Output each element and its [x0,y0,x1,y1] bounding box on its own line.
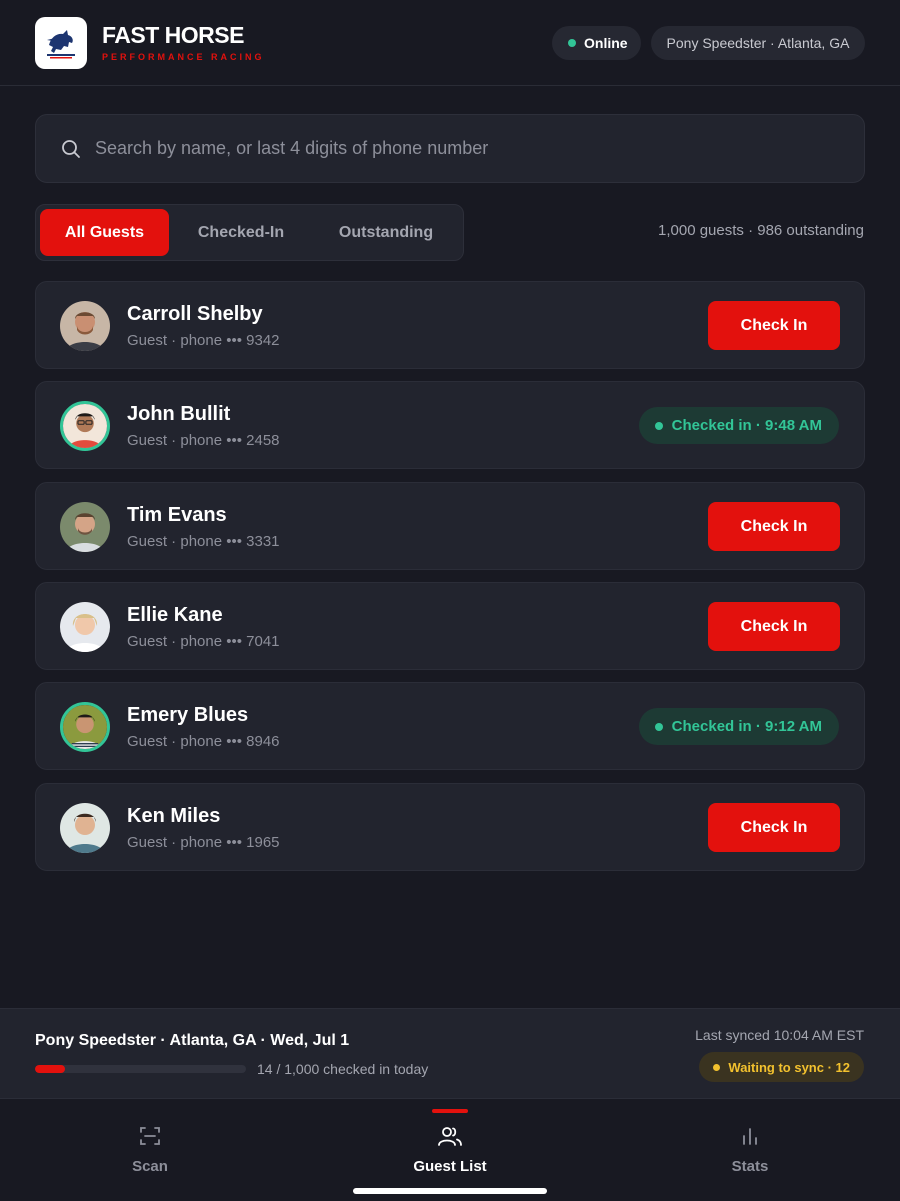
nav-item-scan[interactable]: Scan [0,1099,300,1201]
scan-icon [138,1122,162,1150]
guest-check-in-app: FAST HORSE PERFORMANCE RACING Online Pon… [0,0,900,1201]
check-in-progress-bar [35,1065,246,1073]
online-dot-icon [568,39,576,47]
nav-label-scan: Scan [132,1158,168,1175]
sync-pending-dot-icon [713,1063,721,1071]
checked-in-dot-icon [654,421,663,430]
tab-all-guests[interactable]: All Guests [40,209,169,256]
guest-name: Tim Evans [127,504,227,526]
horse-logo-icon [47,30,75,59]
nav-item-stats[interactable]: Stats [600,1099,900,1201]
guest-row: Carroll Shelby Guest · phone ••• 9342 Ch… [35,281,865,369]
avatar [60,401,110,451]
avatar [60,602,110,652]
check-in-button[interactable]: Check In [708,602,840,651]
bottom-navigation: Scan Guest List Stats [0,1099,900,1201]
guest-row: Ken Miles Guest · phone ••• 1965 Check I… [35,783,865,871]
check-in-button[interactable]: Check In [708,301,840,350]
checked-in-badge: Checked in · 9:12 AM [638,708,839,745]
sync-pending-label: Waiting to sync · 12 [728,1059,850,1075]
tab-outstanding[interactable]: Outstanding [313,209,459,256]
guest-row: Ellie Kane Guest · phone ••• 7041 Check … [35,582,865,670]
avatar [60,502,110,552]
event-location-label: Pony Speedster · Atlanta, GA [666,35,850,51]
guest-name: Ken Miles [127,805,221,827]
check-in-progress-fill [35,1065,65,1073]
checked-in-label: Checked in · 9:12 AM [671,718,822,735]
home-indicator [353,1188,547,1194]
nav-label-guest-list: Guest List [413,1158,487,1175]
guest-meta: Guest · phone ••• 7041 [127,633,280,650]
bar-chart-icon [738,1122,762,1150]
guest-meta: Guest · phone ••• 3331 [127,533,280,550]
checked-in-badge: Checked in · 9:48 AM [638,407,839,444]
guest-name: John Bullit [127,403,231,425]
check-in-button[interactable]: Check In [708,502,840,551]
avatar [60,803,110,853]
guest-row: Emery Blues Guest · phone ••• 8946 Check… [35,682,865,770]
guest-row: Tim Evans Guest · phone ••• 3331 Check I… [35,482,865,570]
guest-name: Carroll Shelby [127,303,263,325]
users-icon [437,1122,463,1150]
last-synced-label: Last synced 10:04 AM EST [695,1027,864,1043]
guest-name: Ellie Kane [127,604,223,626]
guest-meta: Guest · phone ••• 8946 [127,733,280,750]
online-status-badge: Online [552,26,641,60]
checked-in-dot-icon [654,722,663,731]
online-status-label: Online [584,35,628,51]
guest-row: John Bullit Guest · phone ••• 2458 Check… [35,381,865,469]
event-status-bar: Pony Speedster · Atlanta, GA · Wed, Jul … [0,1008,900,1099]
brand-logo [35,17,87,69]
search-icon [61,139,81,159]
brand-title: FAST HORSE [102,22,244,48]
avatar [60,702,110,752]
nav-item-guest-list[interactable]: Guest List [300,1099,600,1201]
guest-count-summary: 1,000 guests · 986 outstanding [658,222,864,239]
guest-meta: Guest · phone ••• 9342 [127,332,280,349]
check-in-button[interactable]: Check In [708,803,840,852]
guest-name: Emery Blues [127,704,249,726]
check-in-progress-text: 14 / 1,000 checked in today [257,1061,429,1077]
tab-checked-in[interactable]: Checked-In [173,209,309,256]
brand-subtitle: PERFORMANCE RACING [102,52,265,62]
nav-label-stats: Stats [731,1158,769,1175]
event-location-pill[interactable]: Pony Speedster · Atlanta, GA [651,26,865,60]
avatar [60,301,110,351]
top-header: FAST HORSE PERFORMANCE RACING Online Pon… [0,0,900,86]
guest-search-input[interactable] [95,138,815,159]
guest-search-bar [35,114,865,183]
guest-meta: Guest · phone ••• 2458 [127,432,280,449]
sync-pending-badge[interactable]: Waiting to sync · 12 [699,1052,864,1082]
guest-meta: Guest · phone ••• 1965 [127,834,280,851]
checked-in-label: Checked in · 9:48 AM [671,417,822,434]
guest-filter-tabs: All Guests Checked-In Outstanding [35,204,464,261]
event-summary: Pony Speedster · Atlanta, GA · Wed, Jul … [35,1032,350,1049]
